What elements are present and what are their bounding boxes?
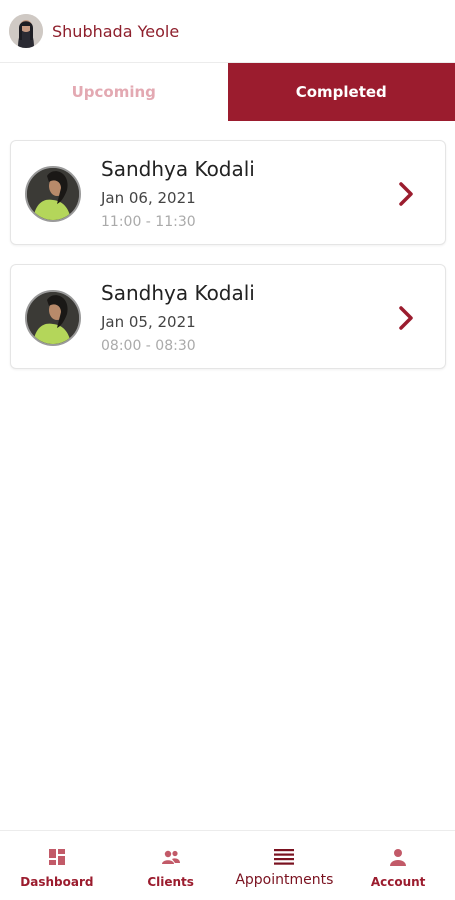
nav-clients-label: Clients [147, 875, 194, 889]
client-name: Sandhya Kodali [101, 281, 255, 305]
tab-upcoming[interactable]: Upcoming [0, 63, 228, 121]
user-avatar[interactable] [9, 14, 43, 48]
appointments-icon [274, 849, 295, 865]
chevron-right-icon[interactable] [397, 305, 415, 331]
appointment-tabs: Upcoming Completed [0, 63, 455, 121]
clients-icon [161, 850, 180, 864]
nav-dashboard[interactable]: Dashboard [0, 831, 114, 900]
nav-clients[interactable]: Clients [114, 831, 228, 900]
appointment-time: 11:00 - 11:30 [101, 214, 196, 230]
nav-account-label: Account [370, 875, 426, 889]
account-icon [390, 849, 407, 866]
appointment-date: Jan 05, 2021 [101, 313, 196, 331]
nav-dashboard-label: Dashboard [20, 875, 94, 889]
tab-completed[interactable]: Completed [227, 63, 455, 121]
appointment-list: Sandhya Kodali Jan 06, 2021 11:00 - 11:3… [10, 140, 446, 388]
nav-appointments-label: Appointments [235, 872, 334, 888]
appointment-card[interactable]: Sandhya Kodali Jan 05, 2021 08:00 - 08:3… [10, 264, 446, 369]
chevron-right-icon[interactable] [397, 181, 415, 207]
nav-appointments[interactable]: Appointments [228, 831, 342, 900]
dashboard-icon [48, 849, 65, 865]
appointment-card[interactable]: Sandhya Kodali Jan 06, 2021 11:00 - 11:3… [10, 140, 446, 245]
client-avatar [25, 290, 81, 346]
appointment-time: 08:00 - 08:30 [101, 338, 196, 354]
client-name: Sandhya Kodali [101, 157, 255, 181]
user-name: Shubhada Yeole [52, 21, 180, 41]
client-avatar [25, 166, 81, 222]
app-header: Shubhada Yeole [0, 0, 455, 63]
appointment-date: Jan 06, 2021 [101, 189, 196, 207]
bottom-navigation: Dashboard Clients Appointments Account [0, 830, 455, 900]
nav-account[interactable]: Account [341, 831, 455, 900]
